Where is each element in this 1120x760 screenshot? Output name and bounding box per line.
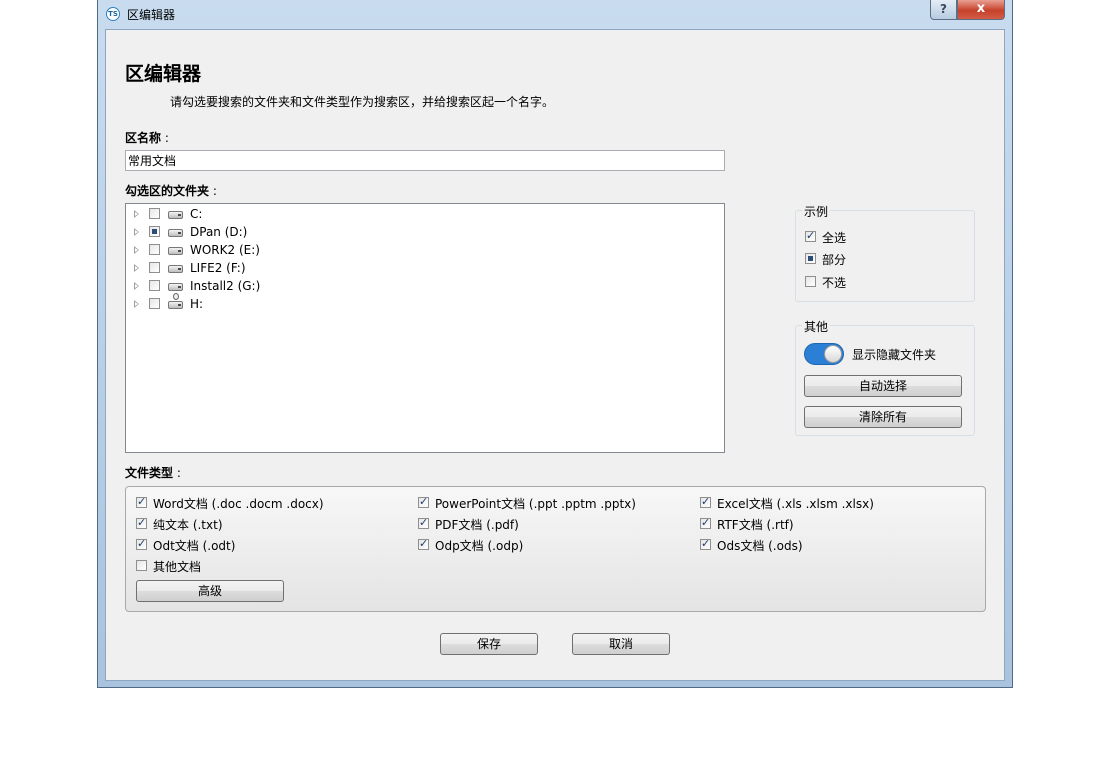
drive-checkbox[interactable] bbox=[149, 226, 160, 237]
file-type-label: 纯文本 (.txt) bbox=[153, 518, 223, 532]
file-type-label: Ods文档 (.ods) bbox=[717, 539, 803, 553]
auto-select-button[interactable]: 自动选择 bbox=[804, 375, 962, 397]
file-type-checkbox[interactable] bbox=[136, 516, 147, 529]
expand-arrow-icon[interactable] bbox=[134, 264, 139, 272]
file-type-checkbox[interactable] bbox=[136, 495, 147, 508]
close-button[interactable]: x bbox=[957, 0, 1005, 20]
tree-item-drive[interactable]: LIFE2 (F:) bbox=[126, 259, 724, 277]
show-hidden-label: 显示隐藏文件夹 bbox=[852, 348, 937, 362]
other-title: 其他 bbox=[802, 318, 831, 335]
clear-all-button[interactable]: 清除所有 bbox=[804, 406, 962, 428]
instruction-text: 请勾选要搜索的文件夹和文件类型作为搜索区，并给搜索区起一个名字。 bbox=[170, 95, 555, 109]
file-type-checkbox[interactable] bbox=[136, 560, 147, 571]
zone-name-label: 区名称 : bbox=[125, 131, 169, 145]
app-logo-icon: TS bbox=[106, 7, 120, 21]
file-types-panel: Word文档 (.doc .docm .docx) PowerPoint文档 (… bbox=[125, 486, 986, 612]
title-bar[interactable]: TS 区编辑器 ? x bbox=[98, 0, 1012, 28]
checkbox-partial[interactable] bbox=[805, 253, 816, 264]
tree-item-drive[interactable]: Install2 (G:) bbox=[126, 277, 724, 295]
drive-checkbox[interactable] bbox=[149, 298, 160, 309]
zone-name-input[interactable] bbox=[125, 150, 725, 171]
file-type-label: PowerPoint文档 (.ppt .pptm .pptx) bbox=[435, 497, 636, 511]
drive-icon bbox=[168, 229, 183, 237]
help-button[interactable]: ? bbox=[930, 0, 957, 20]
show-hidden-toggle[interactable] bbox=[804, 343, 844, 365]
window-title: 区编辑器 bbox=[127, 8, 176, 22]
file-type-checkbox[interactable] bbox=[418, 516, 429, 529]
folders-label: 勾选区的文件夹 : bbox=[125, 184, 217, 198]
usb-drive-icon bbox=[168, 293, 183, 309]
expand-arrow-icon[interactable] bbox=[134, 300, 139, 308]
drive-label: LIFE2 (F:) bbox=[190, 261, 246, 275]
drive-label: DPan (D:) bbox=[190, 225, 248, 239]
drive-icon bbox=[168, 265, 183, 273]
expand-arrow-icon[interactable] bbox=[134, 246, 139, 254]
file-type-label: Excel文档 (.xls .xlsm .xlsx) bbox=[717, 497, 874, 511]
file-type-label: 其他文档 bbox=[153, 560, 202, 574]
file-type-label: PDF文档 (.pdf) bbox=[435, 518, 519, 532]
file-type-checkbox[interactable] bbox=[418, 537, 429, 550]
file-type-label: RTF文档 (.rtf) bbox=[717, 518, 794, 532]
legend-label: 部分 bbox=[822, 253, 847, 267]
drive-label: WORK2 (E:) bbox=[190, 243, 260, 257]
expand-arrow-icon[interactable] bbox=[134, 210, 139, 218]
file-type-label: Odp文档 (.odp) bbox=[435, 539, 524, 553]
file-type-checkbox[interactable] bbox=[700, 516, 711, 529]
tree-item-drive[interactable]: WORK2 (E:) bbox=[126, 241, 724, 259]
file-type-checkbox[interactable] bbox=[700, 537, 711, 550]
expand-arrow-icon[interactable] bbox=[134, 282, 139, 290]
drive-checkbox[interactable] bbox=[149, 208, 160, 219]
tree-item-drive[interactable]: C: bbox=[126, 205, 724, 223]
drive-checkbox[interactable] bbox=[149, 280, 160, 291]
legend-title: 示例 bbox=[802, 203, 831, 220]
drive-label: Install2 (G:) bbox=[190, 279, 261, 293]
toggle-knob bbox=[824, 345, 842, 363]
dialog-window: TS 区编辑器 ? x 区编辑器 请勾选要搜索的文件夹和文件类型作为搜索区，并给… bbox=[97, 0, 1013, 688]
advanced-button[interactable]: 高级 bbox=[136, 580, 284, 602]
file-type-checkbox[interactable] bbox=[418, 495, 429, 508]
file-types-label: 文件类型 : bbox=[125, 466, 181, 480]
drive-checkbox[interactable] bbox=[149, 244, 160, 255]
page-title: 区编辑器 bbox=[125, 63, 202, 85]
tree-item-drive[interactable]: H: bbox=[126, 293, 724, 313]
folder-tree[interactable]: C: DPan (D:) WORK2 (E:) LIFE2 (F:) Insta… bbox=[125, 203, 725, 453]
checkbox-unchecked[interactable] bbox=[805, 276, 816, 287]
drive-icon bbox=[168, 211, 183, 219]
file-type-label: Word文档 (.doc .docm .docx) bbox=[153, 497, 324, 511]
dialog-body: 区编辑器 请勾选要搜索的文件夹和文件类型作为搜索区，并给搜索区起一个名字。 区名… bbox=[105, 29, 1005, 681]
checkbox-checked[interactable] bbox=[805, 229, 816, 242]
save-button[interactable]: 保存 bbox=[440, 633, 538, 655]
drive-label: H: bbox=[190, 297, 204, 311]
drive-checkbox[interactable] bbox=[149, 262, 160, 273]
file-type-checkbox[interactable] bbox=[700, 495, 711, 508]
expand-arrow-icon[interactable] bbox=[134, 228, 139, 236]
legend-label: 不选 bbox=[822, 276, 847, 290]
tree-item-drive[interactable]: DPan (D:) bbox=[126, 223, 724, 241]
cancel-button[interactable]: 取消 bbox=[572, 633, 670, 655]
file-type-label: Odt文档 (.odt) bbox=[153, 539, 236, 553]
drive-label: C: bbox=[190, 207, 203, 221]
drive-icon bbox=[168, 247, 183, 255]
file-type-checkbox[interactable] bbox=[136, 537, 147, 550]
drive-icon bbox=[168, 283, 183, 291]
legend-label: 全选 bbox=[822, 231, 847, 245]
